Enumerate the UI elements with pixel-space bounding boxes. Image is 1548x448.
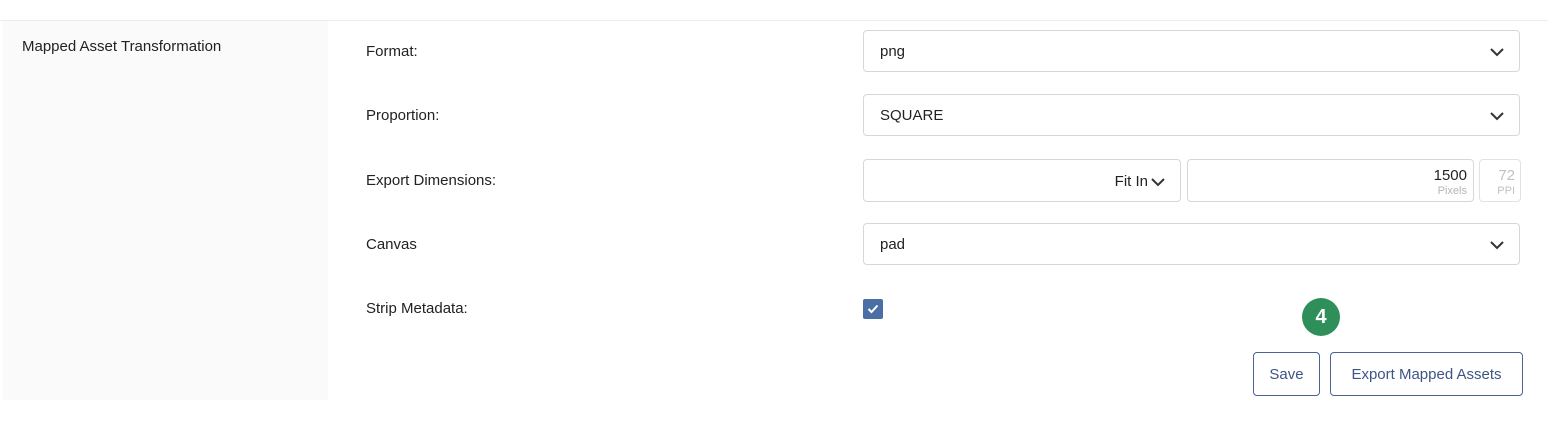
format-label: Format: bbox=[366, 43, 418, 60]
proportion-value: SQUARE bbox=[880, 107, 944, 124]
canvas-label: Canvas bbox=[366, 236, 417, 253]
fit-mode-select[interactable]: Fit In bbox=[863, 159, 1181, 202]
canvas-select[interactable]: pad bbox=[863, 223, 1520, 265]
step-badge: 4 bbox=[1302, 298, 1340, 336]
format-select[interactable]: png bbox=[863, 30, 1520, 72]
proportion-select[interactable]: SQUARE bbox=[863, 94, 1520, 136]
pixels-unit: Pixels bbox=[1437, 185, 1467, 197]
fit-mode-value: Fit In bbox=[1114, 173, 1148, 190]
strip-metadata-label: Strip Metadata: bbox=[366, 300, 468, 317]
chevron-down-icon bbox=[1151, 178, 1165, 187]
pixels-value: 1500 bbox=[1433, 167, 1467, 184]
ppi-input[interactable]: 72 PPI bbox=[1479, 159, 1521, 202]
chevron-down-icon bbox=[1490, 112, 1504, 121]
chevron-down-icon bbox=[1490, 241, 1504, 250]
save-button[interactable]: Save bbox=[1253, 352, 1320, 396]
export-dimensions-label: Export Dimensions: bbox=[366, 172, 497, 189]
strip-metadata-checkbox[interactable] bbox=[863, 299, 883, 319]
canvas-value: pad bbox=[880, 236, 906, 253]
format-value: png bbox=[880, 43, 906, 60]
pixels-input[interactable]: 1500 Pixels bbox=[1187, 159, 1474, 202]
proportion-label: Proportion: bbox=[366, 107, 440, 124]
export-mapped-assets-button[interactable]: Export Mapped Assets bbox=[1330, 352, 1523, 396]
section-sidebar bbox=[3, 21, 328, 400]
check-icon bbox=[867, 304, 879, 314]
chevron-down-icon bbox=[1490, 48, 1504, 57]
section-title: Mapped Asset Transformation bbox=[22, 38, 222, 55]
ppi-unit: PPI bbox=[1497, 185, 1515, 197]
ppi-value: 72 bbox=[1498, 167, 1515, 184]
